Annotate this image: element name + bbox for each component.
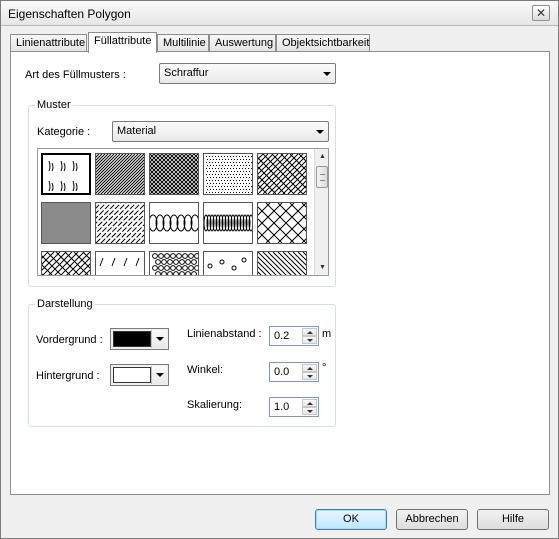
- properties-dialog: Eigenschaften Polygon ✕ Linienattribute …: [0, 0, 559, 539]
- spin-down-icon[interactable]: [302, 336, 317, 344]
- close-icon: ✕: [535, 6, 547, 20]
- tab-linienattribute[interactable]: Linienattribute: [10, 34, 87, 52]
- muster-group-title: Muster: [35, 99, 73, 111]
- line-spacing-input[interactable]: 0.2: [269, 326, 319, 346]
- line-spacing-label: Linienabstand :: [187, 328, 262, 340]
- line-spacing-value: 0.2: [274, 330, 290, 342]
- background-label: Hintergrund :: [36, 370, 100, 382]
- chevron-down-icon: [316, 130, 324, 134]
- ok-button[interactable]: OK: [315, 509, 387, 530]
- pattern-tile-raindrops[interactable]: [41, 153, 91, 195]
- pattern-tile-diagonal-dashed[interactable]: [95, 202, 145, 244]
- scale-input[interactable]: 1.0: [269, 397, 319, 417]
- pattern-tile-diagonal-medium[interactable]: [257, 153, 307, 195]
- scroll-down-icon[interactable]: ▼: [315, 260, 328, 275]
- background-color-picker[interactable]: [110, 364, 169, 386]
- pattern-type-value: Schraffur: [164, 67, 209, 79]
- chevron-down-icon: [323, 72, 331, 76]
- category-label: Kategorie :: [37, 126, 91, 138]
- line-spacing-unit: m: [322, 328, 332, 340]
- foreground-label: Vordergrund :: [36, 334, 103, 346]
- category-select[interactable]: Material: [112, 121, 329, 142]
- pattern-type-select[interactable]: Schraffur: [159, 63, 336, 84]
- angle-label: Winkel:: [187, 364, 224, 376]
- spin-up-icon[interactable]: [302, 364, 317, 372]
- pattern-scrollbar[interactable]: ▲ ▼: [314, 149, 328, 275]
- pattern-tile-diagonal-crosshatch[interactable]: [41, 251, 91, 275]
- pattern-tile-coil[interactable]: [203, 202, 253, 244]
- pattern-tile-scattered-marks[interactable]: [203, 251, 253, 275]
- pattern-tile-brick-circles[interactable]: [149, 251, 199, 275]
- foreground-color-picker[interactable]: [110, 328, 169, 350]
- darstellung-group-title: Darstellung: [35, 298, 95, 310]
- chevron-down-icon[interactable]: [151, 366, 167, 384]
- scroll-up-icon[interactable]: ▲: [315, 149, 328, 164]
- angle-value: 0.0: [274, 366, 290, 378]
- chevron-down-icon[interactable]: [151, 330, 167, 348]
- tab-auswertung[interactable]: Auswertung: [209, 34, 276, 52]
- spin-down-icon[interactable]: [302, 372, 317, 380]
- category-value: Material: [117, 125, 157, 137]
- pattern-tile-diamond-crosshatch[interactable]: [257, 202, 307, 244]
- darstellung-group: Darstellung Vordergrund : Hintergrund : …: [28, 298, 336, 427]
- tab-multilinie[interactable]: Multilinie: [157, 34, 209, 52]
- help-button[interactable]: Hilfe: [477, 509, 549, 530]
- title-bar[interactable]: Eigenschaften Polygon ✕: [1, 1, 558, 26]
- foreground-swatch: [113, 331, 151, 347]
- window-title: Eigenschaften Polygon: [8, 7, 131, 21]
- scroll-thumb[interactable]: [316, 166, 328, 188]
- tab-objektsichtbarkeit[interactable]: Objektsichtbarkeit: [276, 34, 370, 52]
- scale-label: Skalierung:: [187, 399, 243, 411]
- pattern-tile-crosshatch-fine[interactable]: [149, 153, 199, 195]
- pattern-type-label: Art des Füllmusters :: [25, 69, 126, 81]
- close-button[interactable]: ✕: [532, 5, 550, 21]
- fill-attributes-panel: Art des Füllmusters : Schraffur Muster K…: [10, 51, 550, 495]
- pattern-tile-grid-dense[interactable]: [41, 202, 91, 244]
- pattern-tile-diagonal-wide[interactable]: [257, 251, 307, 275]
- angle-input[interactable]: 0.0: [269, 362, 319, 382]
- pattern-tile-diagonal-fine[interactable]: [95, 153, 145, 195]
- pattern-tile-loops[interactable]: [149, 202, 199, 244]
- pattern-list[interactable]: ▲ ▼: [37, 148, 329, 276]
- background-swatch: [113, 367, 151, 383]
- pattern-tile-slashes-sparse[interactable]: [95, 251, 145, 275]
- pattern-tile-dots-dense[interactable]: [203, 153, 253, 195]
- spin-up-icon[interactable]: [302, 399, 317, 407]
- angle-unit: °: [322, 362, 327, 374]
- spin-down-icon[interactable]: [302, 407, 317, 415]
- spin-up-icon[interactable]: [302, 328, 317, 336]
- tab-fuellattribute[interactable]: Füllattribute: [88, 32, 157, 53]
- muster-group: Muster Kategorie : Material ▲ ▼: [28, 99, 336, 287]
- scale-value: 1.0: [274, 401, 290, 413]
- cancel-button[interactable]: Abbrechen: [396, 509, 468, 530]
